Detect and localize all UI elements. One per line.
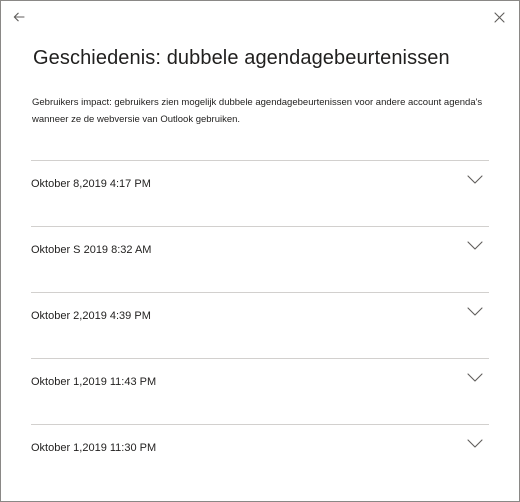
history-item[interactable]: Oktober 8,2019 4:17 PM [31,160,489,226]
dialog-title: Geschiedenis: dubbele agendagebeurteniss… [33,47,450,69]
history-item-date: Oktober 8,2019 4:17 PM [31,178,151,190]
history-list: Oktober 8,2019 4:17 PM Oktober S 2019 8:… [31,160,489,490]
chevron-down-icon[interactable] [467,305,483,317]
history-item-date: Oktober 1,2019 11:43 PM [31,376,157,388]
arrow-left-icon [13,12,25,22]
history-item[interactable]: Oktober S 2019 8:32 AM [31,226,489,292]
close-icon [493,11,505,23]
history-item-date: Oktober 2,2019 4:39 PM [31,310,151,322]
chevron-down-icon[interactable] [467,239,483,251]
history-item[interactable]: Oktober 2,2019 4:39 PM [31,292,489,358]
chevron-down-icon[interactable] [467,371,483,383]
history-item-date: Oktober 1,2019 11:30 PM [31,442,157,454]
close-button[interactable] [489,7,509,27]
chevron-down-icon[interactable] [467,173,483,185]
history-item[interactable]: Oktober 1,2019 11:43 PM [31,358,489,424]
history-item-date: Oktober S 2019 8:32 AM [31,244,152,256]
impact-description: Gebruikers impact: gebruikers zien mogel… [32,97,483,125]
chevron-down-icon[interactable] [467,437,483,449]
history-panel: Geschiedenis: dubbele agendagebeurteniss… [0,0,520,502]
history-item[interactable]: Oktober 1,2019 11:30 PM [31,424,489,490]
back-button[interactable] [9,7,29,27]
